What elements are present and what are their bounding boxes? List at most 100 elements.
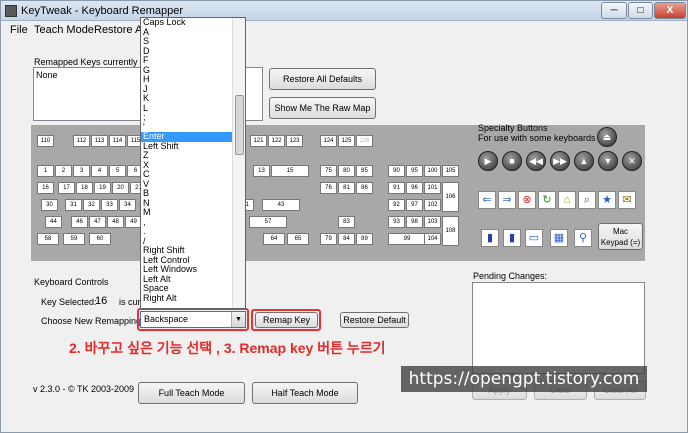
key-30[interactable]: 30 (41, 199, 58, 211)
minimize-button[interactable]: ─ (601, 2, 627, 19)
play-icon[interactable]: ▶ (478, 151, 498, 171)
volume-up-icon[interactable]: ▲ (574, 151, 594, 171)
dropdown-option[interactable]: , (141, 218, 232, 228)
dropdown-scrollbar[interactable] (232, 18, 245, 308)
favorites-icon[interactable]: ★ (598, 191, 616, 209)
key-59[interactable]: 59 (63, 233, 85, 245)
key-58[interactable]: 58 (37, 233, 59, 245)
monitor-icon[interactable]: ▭ (525, 229, 543, 247)
dropdown-option[interactable]: Z (141, 151, 232, 161)
key-91[interactable]: 91 (388, 182, 405, 194)
home-icon[interactable]: ⌂ (558, 191, 576, 209)
volume-down-icon[interactable]: ▼ (598, 151, 618, 171)
key-48[interactable]: 48 (107, 216, 124, 228)
maximize-button[interactable]: □ (628, 2, 653, 19)
key-43[interactable]: 43 (262, 199, 300, 211)
key-5[interactable]: 5 (109, 165, 126, 177)
key-90[interactable]: 90 (388, 165, 405, 177)
dropdown-option[interactable]: K (141, 94, 232, 104)
key-4[interactable]: 4 (91, 165, 108, 177)
key-113[interactable]: 113 (91, 135, 108, 147)
dropdown-option[interactable]: B (141, 189, 232, 199)
key-95[interactable]: 95 (406, 165, 423, 177)
key-32[interactable]: 32 (83, 199, 100, 211)
my-computer-icon[interactable]: ▮ (503, 229, 521, 247)
key-57[interactable]: 57 (249, 216, 287, 228)
key-89[interactable]: 89 (356, 233, 373, 245)
dropdown-option[interactable]: F (141, 56, 232, 66)
scrollbar-thumb[interactable] (235, 95, 244, 155)
dropdown-option[interactable]: ; (141, 113, 232, 123)
key-47[interactable]: 47 (89, 216, 106, 228)
key-18[interactable]: 18 (76, 182, 93, 194)
key-80[interactable]: 80 (338, 165, 355, 177)
back-arrow-icon[interactable]: ⇐ (478, 191, 496, 209)
key-17[interactable]: 17 (58, 182, 75, 194)
dropdown-option[interactable]: J (141, 85, 232, 95)
restore-default-button[interactable]: Restore Default (340, 312, 409, 328)
forward-arrow-icon[interactable]: ⇒ (498, 191, 516, 209)
dropdown-option[interactable]: Space (141, 284, 232, 294)
key-106[interactable]: 106 (442, 182, 459, 212)
remap-dropdown-list[interactable]: Caps Lock A S D F G H J K L; ' Enter Left Shift Z X C V B… (140, 17, 246, 309)
key-1[interactable]: 1 (37, 165, 54, 177)
key-110[interactable]: 110 (37, 135, 54, 147)
dropdown-option[interactable]: . (141, 227, 232, 237)
key-99[interactable]: 99 (388, 233, 426, 245)
stop-icon[interactable]: ■ (502, 151, 522, 171)
dropdown-option[interactable]: G (141, 66, 232, 76)
menu-file[interactable]: File (10, 24, 28, 36)
search-icon[interactable]: ⌕ (578, 191, 596, 209)
key-46[interactable]: 46 (71, 216, 88, 228)
key-123[interactable]: 123 (286, 135, 303, 147)
key-114[interactable]: 114 (109, 135, 126, 147)
key-65[interactable]: 65 (287, 233, 309, 245)
key-83[interactable]: 83 (338, 216, 355, 228)
key-2[interactable]: 2 (55, 165, 72, 177)
key-60[interactable]: 60 (89, 233, 111, 245)
key-92[interactable]: 92 (388, 199, 405, 211)
key-86[interactable]: 86 (356, 182, 373, 194)
mac-keypad-button[interactable]: Mac Keypad (=) (598, 223, 643, 250)
key-64[interactable]: 64 (263, 233, 285, 245)
refresh-icon[interactable]: ↻ (538, 191, 556, 209)
restore-all-defaults-button[interactable]: Restore All Defaults (269, 68, 376, 90)
key-100[interactable]: 100 (424, 165, 441, 177)
key-44[interactable]: 44 (45, 216, 62, 228)
dropdown-option[interactable]: Left Control (141, 256, 232, 266)
key-125[interactable]: 125 (338, 135, 355, 147)
dropdown-option[interactable]: N (141, 199, 232, 209)
dropdown-option[interactable]: Right Alt (141, 294, 232, 304)
key-19[interactable]: 19 (94, 182, 111, 194)
key-93[interactable]: 93 (388, 216, 405, 228)
key-103[interactable]: 103 (424, 216, 441, 228)
dropdown-option[interactable]: Left Windows (141, 265, 232, 275)
key-112[interactable]: 112 (73, 135, 90, 147)
list-item[interactable]: None (36, 70, 58, 80)
stop-web-icon[interactable]: ⊗ (518, 191, 536, 209)
pending-changes-list[interactable] (472, 282, 645, 374)
dropdown-option[interactable]: Left Alt (141, 275, 232, 285)
dropdown-option[interactable]: M (141, 208, 232, 218)
previous-track-icon[interactable]: ◀◀ (526, 151, 546, 171)
key-124[interactable]: 124 (320, 135, 337, 147)
eject-icon[interactable]: ⏏ (597, 127, 617, 147)
key-20[interactable]: 20 (112, 182, 129, 194)
show-raw-map-button[interactable]: Show Me The Raw Map (269, 97, 376, 119)
key-122[interactable]: 122 (268, 135, 285, 147)
key-3[interactable]: 3 (73, 165, 90, 177)
dropdown-option[interactable]: Caps Lock (141, 18, 232, 28)
key-15[interactable]: 15 (271, 165, 309, 177)
dropdown-option[interactable]: Left Shift (141, 142, 232, 152)
key-34[interactable]: 34 (119, 199, 136, 211)
dropdown-option[interactable]: Right Shift (141, 246, 232, 256)
dropdown-option[interactable]: S (141, 37, 232, 47)
dropdown-option[interactable]: L (141, 104, 232, 114)
close-button[interactable]: X (654, 2, 686, 19)
mail-icon[interactable]: ✉ (618, 191, 636, 209)
dropdown-option[interactable]: C (141, 170, 232, 180)
mute-icon[interactable]: ✕ (622, 151, 642, 171)
key-105[interactable]: 105 (442, 165, 459, 177)
key-98[interactable]: 98 (406, 216, 423, 228)
key-97[interactable]: 97 (406, 199, 423, 211)
